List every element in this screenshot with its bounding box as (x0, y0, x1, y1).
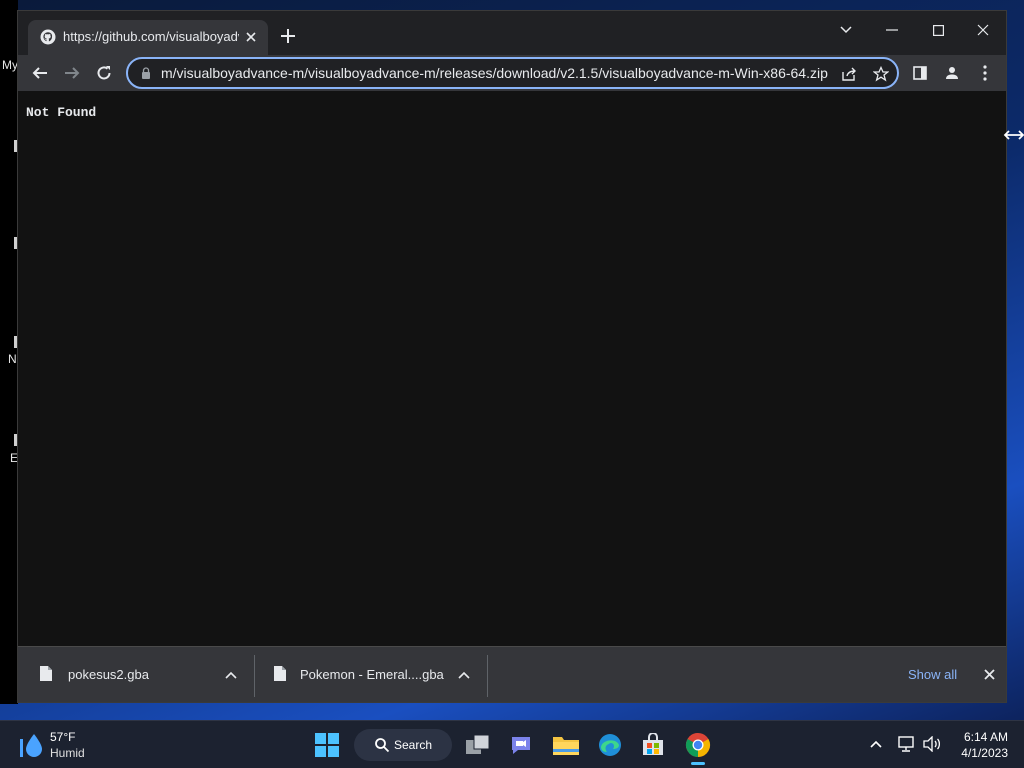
chrome-button[interactable] (682, 729, 714, 761)
chevron-up-icon (458, 671, 470, 679)
close-window-button[interactable] (960, 15, 1006, 45)
close-icon (977, 24, 989, 36)
humidity-drop-icon[interactable] (18, 731, 44, 759)
reload-icon (97, 66, 111, 80)
tab-active[interactable]: https://github.com/visualboyadvance-m/vi… (28, 20, 268, 55)
show-hidden-icons-button[interactable] (865, 733, 887, 755)
weather-temperature[interactable]: 57°F (50, 730, 75, 744)
tab-title: https://github.com/visualboyadvance-m/vi… (63, 29, 239, 44)
address-bar[interactable]: m/visualboyadvance-m/visualboyadvance-m/… (126, 57, 899, 89)
clock-date[interactable]: 4/1/2023 (950, 746, 1008, 760)
search-label: Search (394, 738, 433, 752)
download-options-button[interactable] (455, 666, 473, 684)
share-button[interactable] (838, 63, 860, 85)
arrow-left-icon (32, 67, 47, 79)
downloads-bar: pokesus2.gba Pokemon - Emeral....gba Sho… (18, 646, 1006, 702)
github-icon (40, 29, 56, 45)
profile-button[interactable] (938, 59, 966, 87)
minimize-icon (886, 29, 898, 31)
windows-start-icon (315, 733, 339, 757)
share-icon (842, 67, 856, 81)
avatar-icon (946, 67, 958, 79)
browser-toolbar: m/visualboyadvance-m/visualboyadvance-m/… (18, 55, 1006, 91)
star-icon (873, 66, 889, 82)
desktop-icon-label[interactable]: My (2, 58, 18, 72)
download-filename: Pokemon - Emeral....gba (300, 667, 444, 682)
not-found-message: Not Found (26, 105, 97, 120)
close-icon (983, 668, 995, 680)
file-explorer-button[interactable] (550, 729, 582, 761)
volume-button[interactable] (921, 733, 943, 755)
chevron-up-icon (870, 740, 882, 748)
close-icon (246, 32, 256, 42)
tab-close-button[interactable] (242, 28, 260, 46)
download-item[interactable]: pokesus2.gba (18, 654, 254, 696)
chrome-icon (685, 733, 711, 757)
plus-icon (281, 29, 295, 43)
download-item[interactable]: Pokemon - Emeral....gba (254, 654, 486, 696)
network-icon (898, 736, 914, 752)
new-tab-button[interactable] (276, 25, 300, 49)
taskbar: 57°F Humid Search 6:14 AM 4/1/2023 (0, 720, 1024, 768)
search-icon (375, 738, 390, 753)
chevron-down-icon (840, 26, 852, 34)
back-button[interactable] (26, 59, 54, 87)
menu-button[interactable] (971, 59, 999, 87)
teams-chat-button[interactable] (505, 729, 537, 761)
active-app-indicator (691, 762, 705, 765)
desktop-icon-label[interactable]: N (8, 352, 17, 366)
arrow-right-icon (65, 67, 80, 79)
speaker-icon (923, 736, 941, 752)
network-button[interactable] (896, 733, 918, 755)
weather-condition[interactable]: Humid (50, 746, 85, 760)
file-icon (40, 666, 52, 681)
download-filename: pokesus2.gba (68, 667, 149, 682)
minimize-button[interactable] (869, 15, 915, 45)
side-panel-icon (913, 66, 927, 80)
edge-icon (599, 734, 621, 756)
maximize-icon (932, 24, 944, 36)
store-icon (643, 733, 663, 755)
clock-time[interactable]: 6:14 AM (958, 730, 1008, 744)
folder-icon (553, 737, 579, 755)
task-view-button[interactable] (462, 729, 494, 761)
taskbar-search-button[interactable]: Search (354, 729, 452, 761)
url-text[interactable]: m/visualboyadvance-m/visualboyadvance-m/… (161, 65, 833, 81)
bookmark-button[interactable] (870, 63, 892, 85)
lock-icon[interactable] (140, 67, 152, 79)
task-view-icon (466, 734, 490, 754)
browser-window: https://github.com/visualboyadvance-m/vi… (17, 10, 1007, 703)
page-content: Not Found (18, 91, 1006, 646)
side-panel-button[interactable] (906, 59, 934, 87)
edge-browser-button[interactable] (594, 729, 626, 761)
forward-button[interactable] (58, 59, 86, 87)
file-icon (274, 666, 286, 681)
chat-icon (512, 737, 530, 754)
divider (487, 655, 488, 697)
show-all-downloads-link[interactable]: Show all (908, 667, 957, 682)
kebab-menu-icon (983, 65, 987, 81)
reload-button[interactable] (90, 59, 118, 87)
tab-search-button[interactable] (823, 15, 869, 45)
microsoft-store-button[interactable] (637, 729, 669, 761)
close-downloads-bar-button[interactable] (980, 665, 998, 683)
download-options-button[interactable] (222, 666, 240, 684)
start-button[interactable] (311, 729, 343, 761)
maximize-button[interactable] (915, 15, 961, 45)
resize-cursor-icon (1003, 128, 1024, 146)
tab-bar: https://github.com/visualboyadvance-m/vi… (18, 11, 1006, 55)
chevron-up-icon (225, 671, 237, 679)
